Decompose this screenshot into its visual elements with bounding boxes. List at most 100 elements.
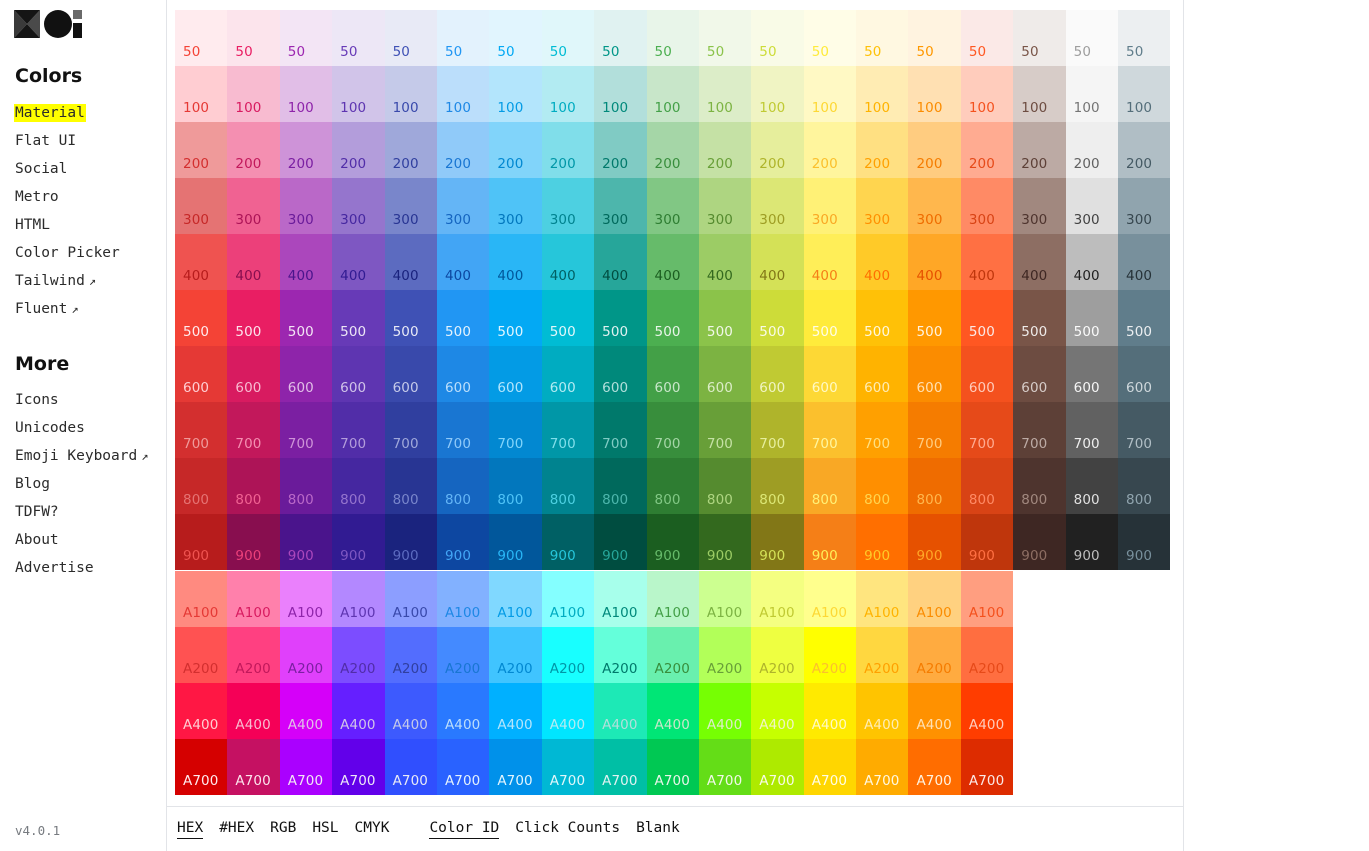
- color-swatch[interactable]: 300: [1013, 178, 1066, 234]
- color-swatch[interactable]: A700: [436, 739, 490, 795]
- color-swatch[interactable]: 800: [436, 458, 490, 514]
- color-swatch[interactable]: 200: [594, 122, 647, 178]
- color-swatch[interactable]: 300: [541, 178, 595, 234]
- color-swatch[interactable]: A700: [594, 739, 647, 795]
- color-swatch[interactable]: A400: [541, 683, 595, 739]
- color-swatch[interactable]: 600: [594, 346, 647, 402]
- color-swatch[interactable]: 800: [646, 458, 699, 514]
- color-swatch[interactable]: 50: [541, 10, 595, 66]
- color-swatch[interactable]: 50: [227, 10, 280, 66]
- color-swatch[interactable]: 800: [227, 458, 280, 514]
- color-swatch[interactable]: 500: [908, 290, 961, 346]
- color-swatch[interactable]: 50: [803, 10, 857, 66]
- color-swatch[interactable]: 800: [698, 458, 752, 514]
- color-swatch[interactable]: A400: [279, 683, 333, 739]
- color-swatch[interactable]: 100: [1013, 66, 1066, 122]
- format-button-cmyk[interactable]: CMYK: [355, 820, 390, 838]
- color-swatch[interactable]: 100: [960, 66, 1014, 122]
- color-swatch[interactable]: 700: [803, 402, 857, 458]
- color-swatch[interactable]: A100: [646, 571, 699, 627]
- color-swatch[interactable]: A700: [541, 739, 595, 795]
- color-swatch[interactable]: 500: [698, 290, 752, 346]
- color-swatch[interactable]: 500: [646, 290, 699, 346]
- color-swatch[interactable]: 700: [751, 402, 804, 458]
- color-swatch[interactable]: 600: [646, 346, 699, 402]
- color-swatch[interactable]: 50: [279, 10, 333, 66]
- color-swatch[interactable]: 100: [698, 66, 752, 122]
- color-swatch[interactable]: A400: [856, 683, 909, 739]
- color-swatch[interactable]: A100: [856, 571, 909, 627]
- color-swatch[interactable]: A400: [489, 683, 542, 739]
- color-swatch[interactable]: 600: [751, 346, 804, 402]
- color-swatch[interactable]: A100: [279, 571, 333, 627]
- color-swatch[interactable]: 300: [227, 178, 280, 234]
- color-swatch[interactable]: 200: [227, 122, 280, 178]
- color-swatch[interactable]: A200: [227, 627, 280, 683]
- color-swatch[interactable]: A200: [332, 627, 385, 683]
- color-swatch[interactable]: 400: [908, 234, 961, 290]
- color-swatch[interactable]: 900: [698, 514, 752, 570]
- color-swatch[interactable]: A100: [698, 571, 752, 627]
- color-swatch[interactable]: 400: [175, 234, 228, 290]
- color-swatch[interactable]: 700: [541, 402, 595, 458]
- color-swatch[interactable]: 100: [279, 66, 333, 122]
- color-swatch[interactable]: A200: [856, 627, 909, 683]
- color-swatch[interactable]: 800: [279, 458, 333, 514]
- color-swatch[interactable]: A700: [646, 739, 699, 795]
- color-swatch[interactable]: A700: [751, 739, 804, 795]
- color-swatch[interactable]: A200: [698, 627, 752, 683]
- color-swatch[interactable]: A400: [960, 683, 1014, 739]
- color-swatch[interactable]: 100: [436, 66, 490, 122]
- color-swatch[interactable]: 50: [332, 10, 385, 66]
- color-swatch[interactable]: A700: [803, 739, 857, 795]
- color-swatch[interactable]: 500: [594, 290, 647, 346]
- color-swatch[interactable]: 800: [908, 458, 961, 514]
- color-swatch[interactable]: 600: [856, 346, 909, 402]
- color-swatch[interactable]: 300: [646, 178, 699, 234]
- color-swatch[interactable]: 900: [1065, 514, 1119, 570]
- color-swatch[interactable]: 700: [646, 402, 699, 458]
- color-swatch[interactable]: 100: [489, 66, 542, 122]
- color-swatch[interactable]: A700: [698, 739, 752, 795]
- color-swatch[interactable]: 50: [856, 10, 909, 66]
- color-swatch[interactable]: 400: [436, 234, 490, 290]
- color-swatch[interactable]: 100: [908, 66, 961, 122]
- color-swatch[interactable]: 900: [594, 514, 647, 570]
- color-swatch[interactable]: A100: [227, 571, 280, 627]
- color-swatch[interactable]: 500: [489, 290, 542, 346]
- color-swatch[interactable]: 300: [908, 178, 961, 234]
- color-swatch[interactable]: 400: [698, 234, 752, 290]
- color-swatch[interactable]: 50: [594, 10, 647, 66]
- color-swatch[interactable]: 400: [227, 234, 280, 290]
- color-swatch[interactable]: 600: [960, 346, 1014, 402]
- color-swatch[interactable]: 500: [751, 290, 804, 346]
- color-swatch[interactable]: 700: [175, 402, 228, 458]
- color-swatch[interactable]: 600: [1013, 346, 1066, 402]
- color-swatch[interactable]: A400: [594, 683, 647, 739]
- color-swatch[interactable]: 600: [1118, 346, 1171, 402]
- color-swatch[interactable]: 300: [332, 178, 385, 234]
- color-swatch[interactable]: A200: [646, 627, 699, 683]
- color-swatch[interactable]: 500: [175, 290, 228, 346]
- color-swatch[interactable]: A400: [908, 683, 961, 739]
- color-swatch[interactable]: 50: [384, 10, 437, 66]
- color-swatch[interactable]: A100: [803, 571, 857, 627]
- color-swatch[interactable]: A200: [279, 627, 333, 683]
- format-button-hex[interactable]: HEX: [177, 820, 204, 839]
- color-swatch[interactable]: 600: [1065, 346, 1119, 402]
- color-swatch[interactable]: A200: [541, 627, 595, 683]
- color-swatch[interactable]: 600: [541, 346, 595, 402]
- color-swatch[interactable]: 600: [698, 346, 752, 402]
- color-swatch[interactable]: A400: [175, 683, 228, 739]
- sidebar-item-tailwind[interactable]: Tailwind ↗: [0, 267, 166, 295]
- color-swatch[interactable]: 400: [646, 234, 699, 290]
- color-swatch[interactable]: 200: [1065, 122, 1119, 178]
- color-swatch[interactable]: A700: [489, 739, 542, 795]
- color-swatch[interactable]: 800: [856, 458, 909, 514]
- color-swatch[interactable]: 300: [856, 178, 909, 234]
- color-swatch[interactable]: 300: [489, 178, 542, 234]
- color-swatch[interactable]: 50: [751, 10, 804, 66]
- color-swatch[interactable]: 700: [594, 402, 647, 458]
- color-swatch[interactable]: 700: [1065, 402, 1119, 458]
- color-swatch[interactable]: A200: [960, 627, 1014, 683]
